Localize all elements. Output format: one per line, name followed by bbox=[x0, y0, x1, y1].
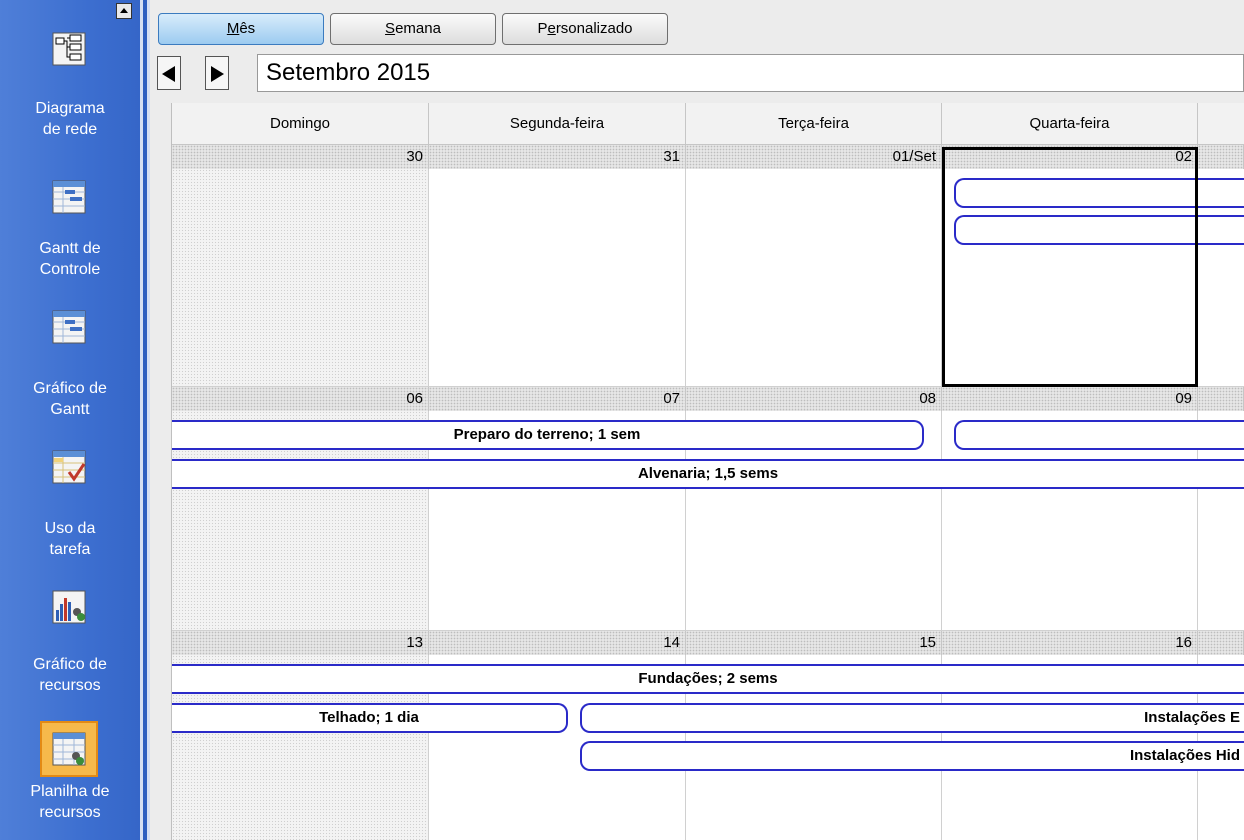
day-cell[interactable] bbox=[686, 169, 942, 387]
tab-week-accel: S bbox=[385, 20, 396, 37]
resource-sheet-icon bbox=[52, 732, 86, 766]
date-label: 06 bbox=[172, 387, 429, 411]
day-header: Terça-feira bbox=[686, 103, 942, 145]
week-gutter bbox=[156, 631, 172, 840]
view-label-line1: Gantt de bbox=[39, 240, 101, 257]
view-label-line1: Gráfico de bbox=[33, 656, 107, 673]
tab-custom-text-post: rsonalizado bbox=[555, 20, 633, 37]
date-label: 14 bbox=[429, 631, 686, 655]
next-month-button[interactable] bbox=[205, 56, 229, 90]
view-label-line1: Gráfico de bbox=[33, 380, 107, 397]
selected-day-outline bbox=[942, 147, 1198, 387]
month-title: Setembro 2015 bbox=[257, 54, 1244, 92]
day-header bbox=[1198, 103, 1244, 145]
left-arrow-icon bbox=[162, 66, 175, 82]
view-bar-splitter[interactable] bbox=[140, 0, 150, 840]
network-diagram-icon bbox=[52, 32, 86, 66]
view-label-line2: recursos bbox=[39, 804, 101, 821]
gantt-chart-icon bbox=[52, 310, 86, 344]
date-label: 09 bbox=[942, 387, 1198, 411]
date-label bbox=[1198, 631, 1244, 655]
tracking-gantt-icon bbox=[52, 180, 86, 214]
day-header: Segunda-feira bbox=[429, 103, 686, 145]
previous-month-button[interactable] bbox=[157, 56, 181, 90]
collapse-up-button[interactable] bbox=[116, 3, 132, 19]
view-tracking-gantt[interactable]: Gantt de Controle bbox=[0, 160, 140, 300]
date-label bbox=[1198, 387, 1244, 411]
tab-custom-text-pre: P bbox=[537, 20, 548, 37]
view-label-line2: Controle bbox=[39, 261, 101, 278]
view-label-line2: recursos bbox=[39, 677, 101, 694]
tab-week[interactable]: Semana bbox=[330, 13, 496, 45]
tab-month[interactable]: Mês bbox=[158, 13, 324, 45]
right-arrow-icon bbox=[211, 66, 224, 82]
task-bar[interactable]: Preparo do terreno; 1 sem bbox=[172, 420, 924, 450]
view-gantt-chart[interactable]: Gráfico de Gantt bbox=[0, 300, 140, 440]
week-gutter bbox=[156, 145, 172, 387]
date-label: 08 bbox=[686, 387, 942, 411]
tab-week-text-post: emana bbox=[395, 20, 441, 37]
date-label: 16 bbox=[942, 631, 1198, 655]
resource-graph-icon bbox=[52, 590, 86, 624]
calendar-grid: Domingo Segunda-feira Terça-feira Quarta… bbox=[156, 103, 1244, 840]
app-window: Diagrama de rede Gantt de Controle Gráfi… bbox=[0, 0, 1244, 840]
view-task-usage[interactable]: Uso da tarefa bbox=[0, 440, 140, 580]
view-label-line1: Planilha de bbox=[30, 783, 110, 800]
view-label-line2: Gantt bbox=[50, 401, 90, 418]
view-label-line2: de rede bbox=[42, 121, 98, 138]
task-bar[interactable]: Alvenaria; 1,5 sems bbox=[172, 459, 1244, 489]
task-bar[interactable] bbox=[954, 420, 1244, 450]
day-cell[interactable] bbox=[429, 169, 686, 387]
date-label: 31 bbox=[429, 145, 686, 169]
task-bar[interactable]: Fundações; 2 sems bbox=[172, 664, 1244, 694]
tab-month-accel: M bbox=[226, 20, 240, 37]
view-network-diagram[interactable]: Diagrama de rede bbox=[0, 20, 140, 160]
task-bar[interactable]: Instalações Hid bbox=[580, 741, 1244, 771]
day-cell[interactable] bbox=[172, 169, 429, 387]
task-usage-icon bbox=[52, 450, 86, 484]
tab-custom-accel: e bbox=[547, 20, 556, 37]
view-resource-graph[interactable]: Gráfico de recursos bbox=[0, 580, 140, 710]
tab-month-text-post: ês bbox=[239, 20, 256, 37]
view-label-line1: Diagrama bbox=[35, 100, 105, 117]
view-resource-sheet[interactable]: Planilha de recursos bbox=[0, 715, 140, 840]
day-header: Quarta-feira bbox=[942, 103, 1198, 145]
task-bar[interactable]: Telhado; 1 dia bbox=[172, 703, 568, 733]
date-label: 07 bbox=[429, 387, 686, 411]
date-label bbox=[1198, 145, 1244, 169]
date-label: 13 bbox=[172, 631, 429, 655]
week-gutter bbox=[156, 387, 172, 631]
date-label: 01/Set bbox=[686, 145, 942, 169]
tab-custom[interactable]: Personalizado bbox=[502, 13, 668, 45]
date-label: 15 bbox=[686, 631, 942, 655]
header-gutter bbox=[156, 103, 172, 145]
date-label: 30 bbox=[172, 145, 429, 169]
view-label-line1: Uso da bbox=[44, 520, 96, 537]
view-label-line2: tarefa bbox=[49, 541, 91, 558]
day-header: Domingo bbox=[172, 103, 429, 145]
view-bar: Diagrama de rede Gantt de Controle Gráfi… bbox=[0, 0, 140, 840]
task-bar[interactable]: Instalações E bbox=[580, 703, 1244, 733]
